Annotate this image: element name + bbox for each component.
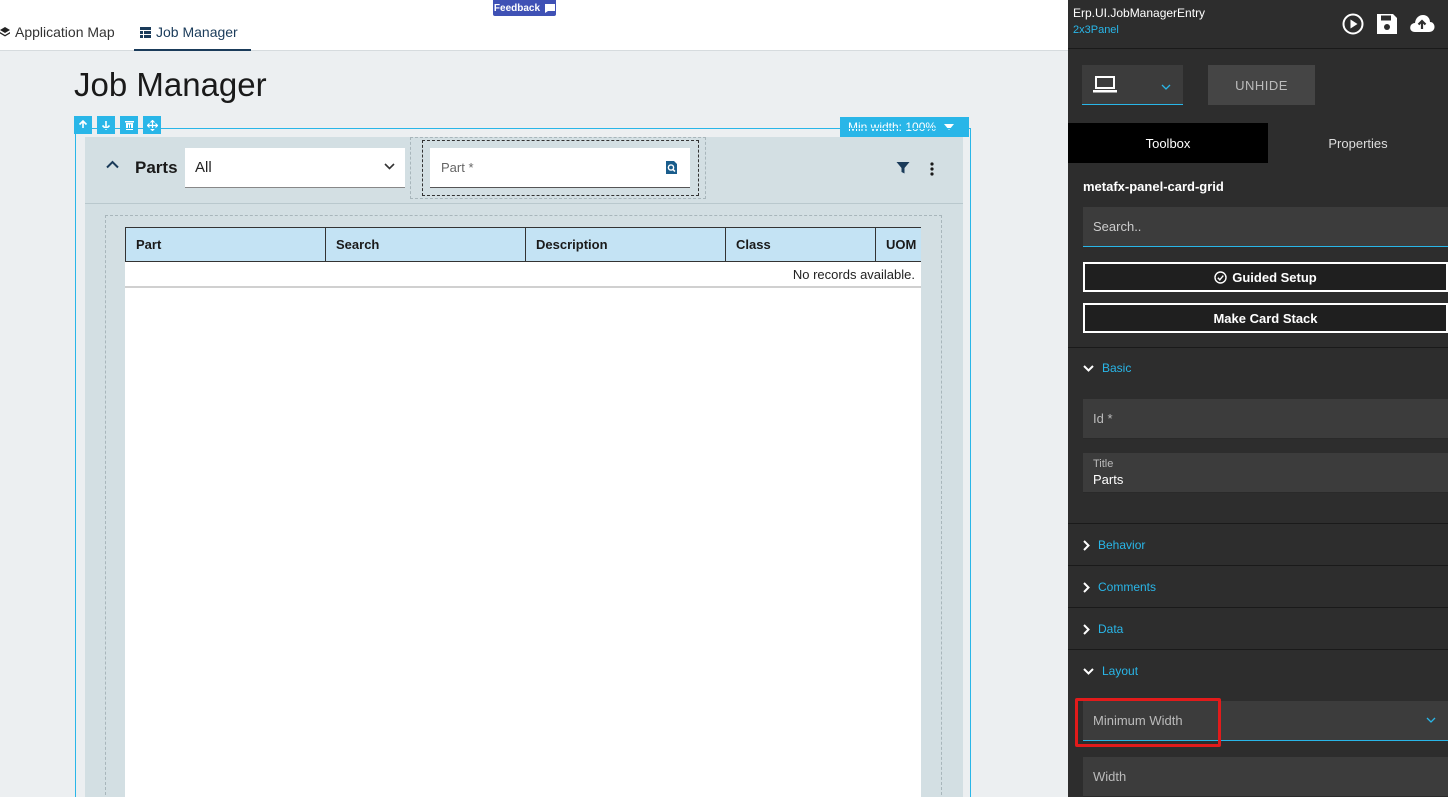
id-field-label: Id * (1093, 411, 1113, 426)
tab-application-map[interactable]: Application Map (0, 24, 115, 40)
top-navigation: Application Map Job Manager Feedback (0, 0, 1068, 51)
column-header-search[interactable]: Search (325, 227, 526, 262)
design-canvas: Application Map Job Manager Feedback Job… (0, 0, 1068, 797)
chevron-down-icon (1083, 364, 1094, 372)
guided-setup-label: Guided Setup (1232, 269, 1317, 285)
make-card-stack-label: Make Card Stack (1213, 310, 1318, 326)
panel-title: Parts (135, 158, 178, 177)
grid-header: Part Search Description Class UOM (125, 227, 921, 262)
toolbox-search-input[interactable]: Search.. (1083, 207, 1448, 247)
unhide-button[interactable]: UNHIDE (1208, 65, 1315, 105)
chevron-down-icon (1426, 717, 1436, 723)
feedback-button[interactable]: Feedback (493, 0, 556, 16)
tab-toolbox[interactable]: Toolbox (1068, 123, 1268, 163)
title-field-label: Title (1093, 458, 1114, 470)
title-field-value: Parts (1093, 472, 1124, 487)
grid-empty-message: No records available. (125, 262, 921, 288)
chevron-right-icon (1083, 539, 1090, 551)
more-vertical-icon[interactable] (929, 162, 935, 176)
chevron-right-icon (1083, 623, 1090, 635)
section-comments[interactable]: Comments (1083, 580, 1156, 594)
cloud-upload-icon[interactable] (1409, 13, 1435, 35)
laptop-icon (1093, 76, 1117, 93)
column-header-description[interactable]: Description (525, 227, 726, 262)
chevron-down-icon (384, 163, 395, 170)
title-field[interactable]: Title Parts (1083, 453, 1448, 493)
grid-body (125, 227, 921, 797)
grid-icon (140, 27, 151, 38)
section-divider (1068, 607, 1448, 608)
chevron-up-icon[interactable] (106, 160, 119, 169)
check-circle-icon (1214, 270, 1227, 284)
save-icon[interactable] (1376, 13, 1398, 35)
play-icon[interactable] (1342, 13, 1364, 35)
section-comments-label: Comments (1098, 580, 1157, 594)
filter-select-value: All (195, 159, 212, 176)
chevron-down-icon (1161, 84, 1171, 90)
chevron-right-icon (1083, 581, 1090, 593)
section-data[interactable]: Data (1083, 622, 1123, 636)
toolbox-search-placeholder: Search.. (1093, 219, 1142, 234)
id-field[interactable]: Id * (1083, 399, 1448, 439)
layout-link[interactable]: 2x3Panel (1073, 24, 1119, 36)
column-header-uom[interactable]: UOM (875, 227, 921, 262)
make-card-stack-button[interactable]: Make Card Stack (1083, 303, 1448, 333)
app-name: Erp.UI.JobManagerEntry (1073, 6, 1206, 20)
section-data-label: Data (1098, 622, 1124, 636)
search-icon[interactable] (665, 160, 678, 175)
width-field-label: Width (1093, 769, 1127, 784)
tab-job-manager[interactable]: Job Manager (134, 24, 251, 51)
designer-panel: Erp.UI.JobManagerEntry 2x3Panel UNHIDE T… (1068, 0, 1448, 797)
section-basic-label: Basic (1102, 361, 1132, 375)
chevron-down-icon (1083, 667, 1094, 675)
feedback-label: Feedback (493, 2, 541, 14)
width-field[interactable]: Width (1083, 757, 1448, 797)
column-header-class[interactable]: Class (725, 227, 876, 262)
filter-icon[interactable] (896, 161, 910, 175)
section-divider (1068, 565, 1448, 566)
section-layout-label: Layout (1102, 664, 1139, 678)
device-select[interactable] (1082, 65, 1183, 105)
page-title: Job Manager (74, 66, 267, 103)
part-search-input[interactable]: Part * (430, 148, 690, 188)
section-behavior[interactable]: Behavior (1083, 538, 1145, 552)
comment-icon (545, 3, 556, 13)
guided-setup-button[interactable]: Guided Setup (1083, 262, 1448, 292)
section-behavior-label: Behavior (1098, 538, 1146, 552)
section-divider (1068, 347, 1448, 348)
tab-job-manager-label: Job Manager (156, 24, 238, 40)
section-layout[interactable]: Layout (1083, 664, 1138, 678)
filter-select[interactable]: All (185, 148, 405, 188)
layers-icon (0, 27, 10, 37)
section-basic[interactable]: Basic (1083, 361, 1131, 375)
column-header-part[interactable]: Part (125, 227, 326, 262)
tab-properties[interactable]: Properties (1268, 123, 1448, 163)
section-divider (1068, 523, 1448, 524)
highlight-annotation (1075, 698, 1221, 747)
part-input-placeholder: Part * (441, 160, 474, 175)
tab-application-map-label: Application Map (15, 24, 115, 40)
designer-header: Erp.UI.JobManagerEntry 2x3Panel (1068, 0, 1448, 49)
component-name: metafx-panel-card-grid (1083, 179, 1224, 194)
section-divider (1068, 649, 1448, 650)
